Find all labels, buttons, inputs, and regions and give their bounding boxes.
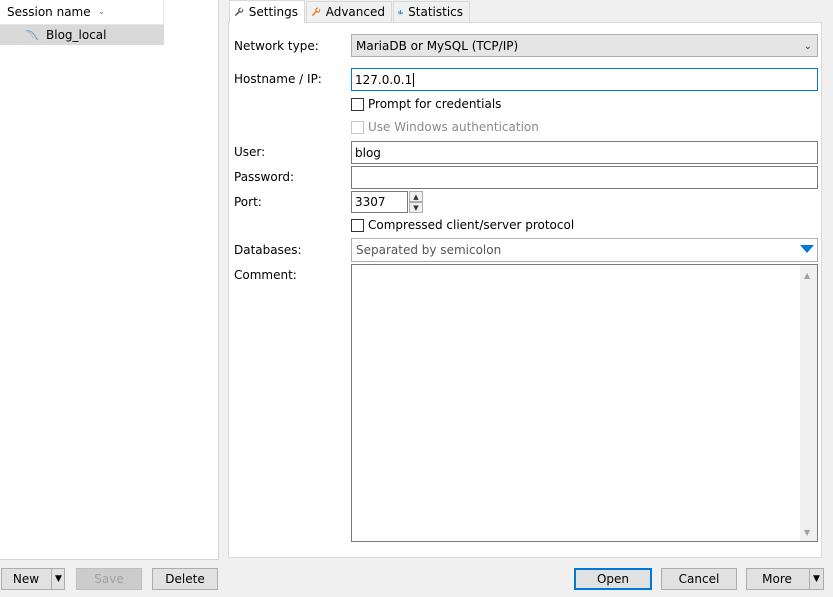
session-name-column-header[interactable]: Session name ⌄ <box>0 0 164 25</box>
databases-label: Databases: <box>234 243 302 257</box>
more-dropdown-arrow-icon[interactable]: ▼ <box>809 569 823 589</box>
port-label: Port: <box>234 195 262 209</box>
new-button-label: New <box>12 572 40 586</box>
user-input[interactable]: blog <box>351 141 818 164</box>
new-button[interactable]: New ▼ <box>1 568 65 590</box>
dropdown-triangle-icon[interactable] <box>800 245 814 253</box>
session-item-label: Blog_local <box>46 28 107 42</box>
new-dropdown-arrow-icon[interactable]: ▼ <box>51 569 65 589</box>
port-value: 3307 <box>355 195 386 209</box>
databases-input[interactable]: Separated by semicolon <box>351 238 818 262</box>
chevron-down-icon: ⌄ <box>803 41 812 52</box>
mysql-dolphin-icon <box>25 30 39 41</box>
network-type-value: MariaDB or MySQL (TCP/IP) <box>356 38 519 53</box>
session-item-blog-local[interactable]: Blog_local <box>0 25 164 45</box>
session-name-header-label: Session name <box>7 5 91 19</box>
wrench-icon <box>235 7 244 16</box>
port-decrement-button[interactable]: ▼ <box>409 202 423 213</box>
cancel-button-label: Cancel <box>678 572 720 586</box>
save-button-label: Save <box>94 572 124 586</box>
scroll-down-icon[interactable]: ▼ <box>804 528 810 537</box>
password-label: Password: <box>234 170 295 184</box>
prompt-credentials-checkbox[interactable]: Prompt for credentials <box>351 97 501 111</box>
tab-settings-label: Settings <box>248 5 298 19</box>
hostname-value: 127.0.0.1 <box>355 72 413 87</box>
wrench-orange-icon <box>312 7 321 16</box>
windows-auth-label: Use Windows authentication <box>368 120 539 134</box>
port-input[interactable]: 3307 <box>351 191 408 213</box>
databases-placeholder: Separated by semicolon <box>356 243 502 257</box>
comment-textarea[interactable]: ▲ ▼ <box>351 264 818 542</box>
bar-chart-icon <box>398 10 403 15</box>
open-button-label: Open <box>596 572 630 586</box>
chevron-down-icon[interactable]: ⌄ <box>98 7 106 17</box>
user-label: User: <box>234 145 266 159</box>
compressed-protocol-label: Compressed client/server protocol <box>368 218 575 232</box>
tab-statistics-label: Statistics <box>408 5 463 19</box>
tab-advanced-label: Advanced <box>325 5 385 19</box>
scroll-up-icon[interactable]: ▲ <box>804 271 810 280</box>
cancel-button[interactable]: Cancel <box>661 568 737 590</box>
hostname-label: Hostname / IP: <box>234 72 322 86</box>
windows-auth-checkbox[interactable]: Use Windows authentication <box>351 120 539 134</box>
hostname-input[interactable]: 127.0.0.1 <box>351 68 818 91</box>
network-type-label: Network type: <box>234 39 319 53</box>
delete-button-label: Delete <box>165 572 205 586</box>
password-input[interactable] <box>351 166 818 189</box>
session-tree[interactable]: Session name ⌄ Blog_local <box>0 0 219 560</box>
tab-advanced[interactable]: Advanced <box>306 1 392 22</box>
more-button[interactable]: More ▼ <box>746 568 824 590</box>
checkbox-box[interactable] <box>351 97 364 111</box>
checkbox-box[interactable] <box>351 218 364 232</box>
network-type-select[interactable]: MariaDB or MySQL (TCP/IP) ⌄ <box>351 34 818 57</box>
save-button[interactable]: Save <box>76 568 142 590</box>
more-button-label: More <box>762 572 792 586</box>
checkbox-box[interactable] <box>351 120 364 134</box>
comment-scrollbar[interactable]: ▲ ▼ <box>800 265 817 541</box>
text-caret <box>413 72 415 87</box>
open-button[interactable]: Open <box>574 568 652 590</box>
port-increment-button[interactable]: ▲ <box>409 191 423 202</box>
comment-label: Comment: <box>234 268 297 282</box>
tab-statistics[interactable]: Statistics <box>393 1 470 22</box>
delete-button[interactable]: Delete <box>152 568 218 590</box>
tab-settings[interactable]: Settings <box>229 0 305 23</box>
prompt-credentials-label: Prompt for credentials <box>368 97 502 111</box>
compressed-protocol-checkbox[interactable]: Compressed client/server protocol <box>351 218 574 232</box>
user-value: blog <box>355 145 381 160</box>
